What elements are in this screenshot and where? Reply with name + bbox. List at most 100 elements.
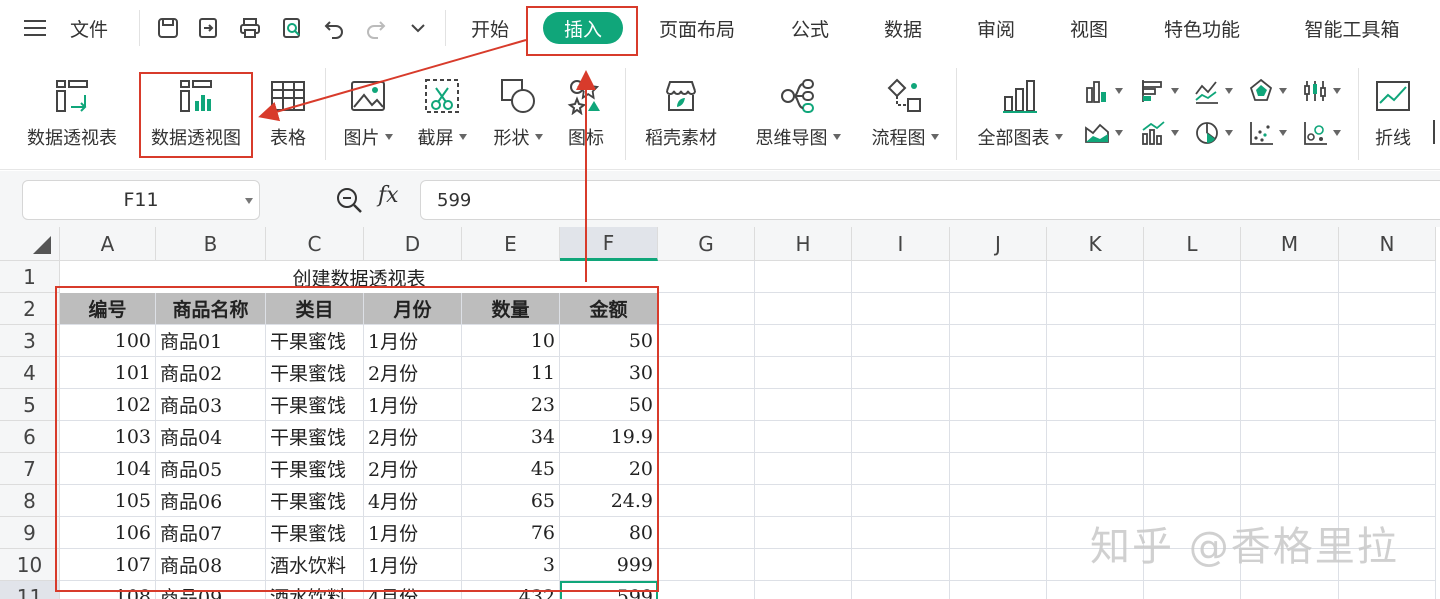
cell[interactable] bbox=[950, 549, 1047, 581]
cell[interactable] bbox=[1144, 357, 1241, 389]
cell[interactable] bbox=[950, 357, 1047, 389]
cell[interactable] bbox=[1047, 325, 1144, 357]
table-button[interactable]: 表格 bbox=[264, 74, 312, 150]
table-cell[interactable]: 干果蜜饯 bbox=[266, 485, 364, 517]
mindmap-button[interactable]: 思维导图 bbox=[748, 74, 848, 150]
icon-button[interactable]: 图标 bbox=[562, 74, 610, 150]
cell[interactable] bbox=[1047, 261, 1144, 293]
cell[interactable] bbox=[1047, 357, 1144, 389]
tab-insert[interactable]: 插入 bbox=[543, 12, 623, 44]
column-header-l[interactable]: L bbox=[1144, 227, 1241, 261]
cell[interactable] bbox=[950, 517, 1047, 549]
tab-home[interactable]: 开始 bbox=[460, 12, 520, 44]
sheet-title[interactable]: 创建数据透视表 bbox=[60, 261, 658, 293]
table-cell[interactable]: 干果蜜饯 bbox=[266, 357, 364, 389]
cell[interactable] bbox=[852, 581, 950, 599]
cell[interactable] bbox=[1241, 293, 1339, 325]
cell[interactable] bbox=[1339, 261, 1436, 293]
tab-formulas[interactable]: 公式 bbox=[780, 12, 840, 44]
pivot-table-button[interactable]: 数据透视表 bbox=[22, 74, 122, 150]
insert-function-icon[interactable]: fx bbox=[378, 183, 399, 208]
row-header-2[interactable]: 2 bbox=[0, 293, 60, 325]
table-cell[interactable]: 108 bbox=[60, 581, 156, 599]
hamburger-menu-icon[interactable] bbox=[18, 14, 52, 42]
table-cell[interactable]: 商品07 bbox=[156, 517, 266, 549]
table-cell[interactable]: 107 bbox=[60, 549, 156, 581]
cell[interactable] bbox=[658, 581, 755, 599]
name-box[interactable]: F11 bbox=[22, 180, 260, 220]
cell[interactable] bbox=[1144, 261, 1241, 293]
table-cell[interactable]: 34 bbox=[462, 421, 560, 453]
cell[interactable] bbox=[658, 453, 755, 485]
table-cell[interactable]: 103 bbox=[60, 421, 156, 453]
table-cell[interactable]: 20 bbox=[560, 453, 658, 485]
cell[interactable] bbox=[1241, 581, 1339, 599]
table-cell[interactable]: 4月份 bbox=[364, 581, 462, 599]
table-cell[interactable]: 432 bbox=[462, 581, 560, 599]
cell[interactable] bbox=[1144, 485, 1241, 517]
row-header-9[interactable]: 9 bbox=[0, 517, 60, 549]
table-cell[interactable]: 50 bbox=[560, 389, 658, 421]
table-cell[interactable]: 干果蜜饯 bbox=[266, 453, 364, 485]
column-header-k[interactable]: K bbox=[1047, 227, 1144, 261]
shape-button[interactable]: 形状 bbox=[488, 74, 548, 150]
save-icon[interactable] bbox=[154, 14, 182, 42]
cell[interactable] bbox=[950, 421, 1047, 453]
cell[interactable] bbox=[658, 517, 755, 549]
cell[interactable] bbox=[852, 453, 950, 485]
stock-chart-icon[interactable] bbox=[1302, 78, 1341, 104]
scatter-chart-icon[interactable] bbox=[1248, 120, 1287, 146]
cell[interactable] bbox=[1047, 485, 1144, 517]
table-cell[interactable]: 酒水饮料 bbox=[266, 549, 364, 581]
cell[interactable] bbox=[852, 549, 950, 581]
table-cell[interactable]: 10 bbox=[462, 325, 560, 357]
cell[interactable] bbox=[755, 485, 852, 517]
cell[interactable] bbox=[1339, 453, 1436, 485]
cell[interactable] bbox=[1047, 453, 1144, 485]
cell[interactable] bbox=[1339, 389, 1436, 421]
cell[interactable] bbox=[950, 485, 1047, 517]
pie-chart-icon[interactable] bbox=[1194, 120, 1233, 146]
line-sparkline-button[interactable]: 折线 bbox=[1366, 74, 1420, 150]
cell[interactable] bbox=[950, 389, 1047, 421]
table-cell[interactable]: 45 bbox=[462, 453, 560, 485]
cell[interactable] bbox=[755, 357, 852, 389]
formula-input[interactable]: 599 bbox=[420, 180, 1440, 220]
table-cell[interactable]: 999 bbox=[560, 549, 658, 581]
cell[interactable] bbox=[852, 293, 950, 325]
horizontal-bar-chart-icon[interactable] bbox=[1140, 78, 1179, 104]
cell[interactable] bbox=[755, 453, 852, 485]
combo-chart-icon[interactable] bbox=[1140, 120, 1179, 146]
table-cell[interactable]: 1月份 bbox=[364, 549, 462, 581]
table-cell[interactable]: 102 bbox=[60, 389, 156, 421]
column-header-d[interactable]: D bbox=[364, 227, 462, 261]
cell[interactable] bbox=[755, 325, 852, 357]
cell[interactable] bbox=[1241, 485, 1339, 517]
table-header-cell[interactable]: 商品名称 bbox=[156, 293, 266, 325]
column-header-a[interactable]: A bbox=[60, 227, 156, 261]
cell[interactable] bbox=[852, 325, 950, 357]
table-cell[interactable]: 19.9 bbox=[560, 421, 658, 453]
table-cell[interactable]: 65 bbox=[462, 485, 560, 517]
docer-material-button[interactable]: 稻壳素材 bbox=[640, 74, 722, 150]
table-header-cell[interactable]: 月份 bbox=[364, 293, 462, 325]
all-charts-button[interactable]: 全部图表 bbox=[970, 74, 1070, 150]
name-box-chevron-down-icon[interactable] bbox=[245, 198, 253, 204]
table-cell[interactable]: 2月份 bbox=[364, 453, 462, 485]
cell[interactable] bbox=[658, 293, 755, 325]
cell[interactable] bbox=[755, 293, 852, 325]
cell[interactable] bbox=[755, 421, 852, 453]
table-cell[interactable]: 23 bbox=[462, 389, 560, 421]
screenshot-button[interactable]: 截屏 bbox=[412, 74, 472, 150]
cell[interactable] bbox=[658, 549, 755, 581]
table-cell[interactable]: 干果蜜饯 bbox=[266, 325, 364, 357]
column-header-f[interactable]: F bbox=[560, 227, 658, 261]
table-header-cell[interactable]: 编号 bbox=[60, 293, 156, 325]
flowchart-button[interactable]: 流程图 bbox=[864, 74, 946, 150]
cell[interactable] bbox=[1339, 421, 1436, 453]
column-header-j[interactable]: J bbox=[950, 227, 1047, 261]
cell[interactable] bbox=[1144, 421, 1241, 453]
cell[interactable] bbox=[1144, 453, 1241, 485]
selected-cell[interactable]: 599 bbox=[560, 581, 658, 599]
column-header-m[interactable]: M bbox=[1241, 227, 1339, 261]
